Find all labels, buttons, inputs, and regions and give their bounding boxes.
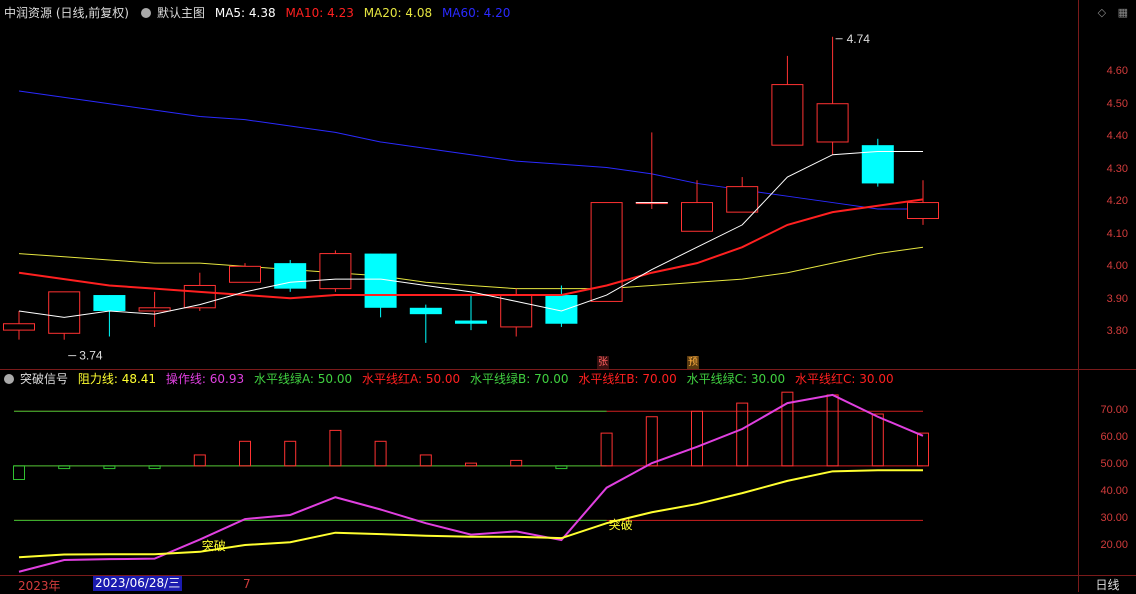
h-red-b-value: 水平线红B: 70.00 <box>578 372 677 386</box>
histogram-bar <box>510 459 523 467</box>
candle-body <box>93 295 126 311</box>
price-tick: 4.10 <box>1106 228 1128 240</box>
candle-body <box>3 323 35 331</box>
indicator-tick: 70.00 <box>1100 404 1128 416</box>
h-green-a-value: 水平线绿A: 50.00 <box>253 372 353 386</box>
indicator-tick: 20.00 <box>1100 539 1128 551</box>
h-red-a-value: 水平线红A: 50.00 <box>361 372 461 386</box>
indicator-name[interactable]: 突破信号 <box>20 372 68 386</box>
high-label: 4.74 <box>847 32 871 46</box>
histogram-bar <box>193 454 206 467</box>
candle-body <box>816 103 849 143</box>
resistance-line <box>18 469 923 559</box>
histogram-bar <box>58 465 71 470</box>
histogram-bar <box>374 440 387 467</box>
price-tick: 4.30 <box>1106 163 1128 175</box>
histogram-bar <box>465 462 477 467</box>
histogram-bar <box>555 465 568 470</box>
candle-body <box>409 307 442 315</box>
histogram-bar <box>284 440 297 467</box>
candle-body <box>590 202 623 302</box>
ma10-line <box>18 198 924 300</box>
price-axis: 4.60 4.50 4.40 4.30 4.20 4.10 4.00 3.90 … <box>1078 0 1136 369</box>
ma5-value: MA5: 4.38 <box>214 6 276 20</box>
histogram-bar <box>329 429 342 467</box>
price-tick: 4.00 <box>1106 260 1128 272</box>
indicator-toggle-icon[interactable] <box>4 374 14 384</box>
histogram-bar <box>871 413 884 467</box>
template-toggle-icon[interactable] <box>141 8 151 18</box>
candle-body <box>771 84 804 146</box>
ma10-value: MA10: 4.23 <box>285 6 354 20</box>
period-button[interactable]: 日线 <box>1078 576 1136 592</box>
breakout-label: 突破 <box>202 538 226 553</box>
histogram-bar <box>148 465 161 470</box>
chart-canvas: 4.743.74突破突破 <box>3 32 939 573</box>
ma60-value: MA60: 4.20 <box>441 6 511 20</box>
h-green-c-value: 水平线绿C: 30.00 <box>686 372 786 386</box>
candle-body <box>455 320 487 324</box>
cursor-date: 2023/06/28/三 <box>93 576 183 591</box>
price-tick: 4.60 <box>1106 65 1128 77</box>
histogram-bar <box>917 432 929 467</box>
price-tick: 4.20 <box>1106 195 1128 207</box>
candle-body <box>500 294 533 328</box>
year-label: 2023年 <box>18 579 61 593</box>
indicator-header: 突破信号 阻力线: 48.41 操作线: 60.93 水平线绿A: 50.00 … <box>4 370 900 388</box>
candle-body <box>907 202 939 220</box>
histogram-bar <box>239 440 251 467</box>
rise-badge[interactable]: 张 <box>597 356 609 369</box>
candle-body <box>229 265 261 283</box>
h-green-b-value: 水平线绿B: 70.00 <box>470 372 569 386</box>
forecast-badge[interactable]: 预 <box>687 356 699 369</box>
histogram-bar <box>103 465 116 470</box>
main-chart-header: 中润资源 (日线,前复权) 默认主图 MA5: 4.38 MA10: 4.23 M… <box>4 4 516 22</box>
operation-line <box>18 393 924 573</box>
operation-value: 操作线: 60.93 <box>165 372 245 386</box>
h-red-c-value: 水平线红C: 30.00 <box>795 372 894 386</box>
histogram-bar <box>736 402 749 467</box>
ma20-line <box>18 246 924 290</box>
histogram-bar <box>13 465 25 481</box>
candle-body <box>861 145 894 184</box>
candle-body <box>319 253 352 290</box>
indicator-tick: 30.00 <box>1100 512 1128 524</box>
pane-divider[interactable] <box>0 369 1136 370</box>
ma20-value: MA20: 4.08 <box>363 6 433 20</box>
price-tick: 3.90 <box>1106 293 1128 305</box>
indicator-tick: 50.00 <box>1100 458 1128 470</box>
histogram-bar <box>419 454 432 467</box>
candle-body <box>726 186 759 213</box>
histogram-bar <box>600 432 613 467</box>
histogram-bar <box>826 394 839 467</box>
low-label: 3.74 <box>79 349 103 363</box>
indicator-tick: 40.00 <box>1100 485 1128 497</box>
histogram-bar <box>691 410 703 467</box>
price-tick: 4.40 <box>1106 130 1128 142</box>
histogram-bar <box>645 416 658 467</box>
month-label: 7 <box>243 577 251 591</box>
indicator-axis: 70.00 60.00 50.00 40.00 30.00 20.00 <box>1078 370 1136 575</box>
price-tick: 3.80 <box>1106 325 1128 337</box>
candle-body <box>48 291 81 334</box>
indicator-tick: 60.00 <box>1100 431 1128 443</box>
candle-body <box>681 202 713 232</box>
template-label[interactable]: 默认主图 <box>157 6 205 20</box>
stock-title[interactable]: 中润资源 (日线,前复权) <box>4 6 129 20</box>
candle-body <box>138 307 171 312</box>
resistance-value: 阻力线: 48.41 <box>77 372 157 386</box>
candle-body <box>545 295 578 324</box>
price-tick: 4.50 <box>1106 98 1128 110</box>
breakout-label: 突破 <box>609 517 633 532</box>
